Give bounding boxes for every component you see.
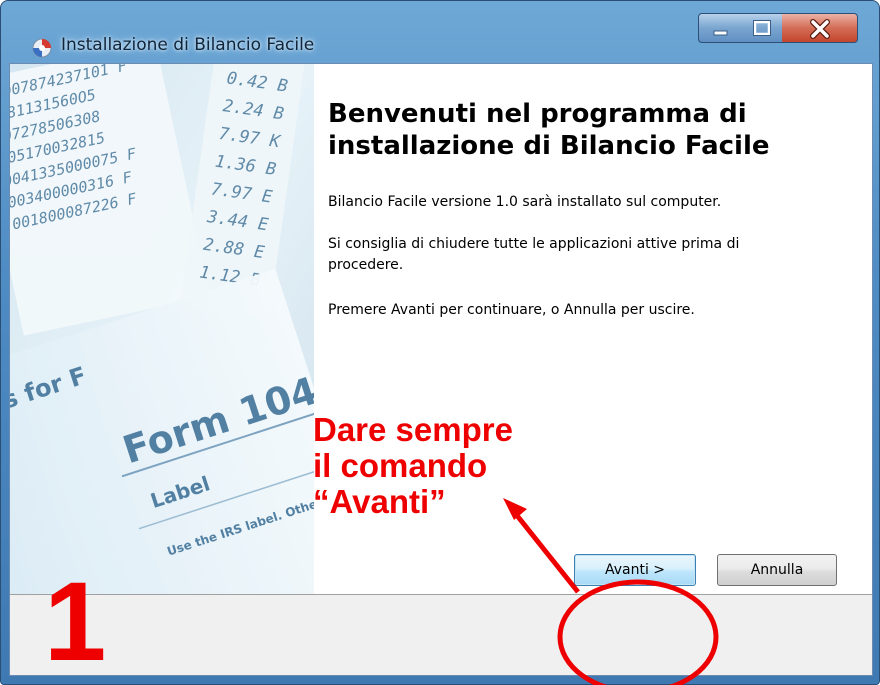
button-bar bbox=[10, 594, 872, 675]
next-button[interactable]: Avanti > bbox=[574, 554, 696, 586]
welcome-text-close-apps: Si consiglia di chiudere tutte le applic… bbox=[328, 236, 740, 273]
title-bar[interactable]: Installazione di Bilancio Facile bbox=[1, 1, 879, 63]
annotation-line-2: il comando bbox=[313, 447, 488, 484]
close-button[interactable] bbox=[782, 13, 858, 43]
close-icon bbox=[810, 19, 830, 39]
maximize-button[interactable] bbox=[741, 13, 783, 43]
minimize-button[interactable] bbox=[698, 13, 742, 43]
step-number: 1 bbox=[44, 559, 107, 684]
maximize-icon bbox=[753, 20, 771, 36]
installer-icon bbox=[32, 38, 52, 58]
minimize-icon bbox=[713, 30, 728, 36]
annotation-text: Dare sempre il comando “Avanti” bbox=[313, 412, 513, 520]
annotation-line-1: Dare sempre bbox=[313, 411, 513, 448]
window-title: Installazione di Bilancio Facile bbox=[61, 35, 315, 55]
cancel-button[interactable]: Annulla bbox=[717, 554, 837, 586]
annotation-line-3: “Avanti” bbox=[313, 483, 446, 520]
welcome-text-instructions: Premere Avanti per continuare, o Annulla… bbox=[328, 302, 695, 318]
welcome-title: Benvenuti nel programma di installazione… bbox=[328, 99, 770, 161]
receipts-tax-form-image: X 007874237101 F 0681131560O5 0072785063… bbox=[10, 64, 314, 594]
welcome-text-version: Bilancio Facile versione 1.0 sarà instal… bbox=[328, 194, 722, 210]
